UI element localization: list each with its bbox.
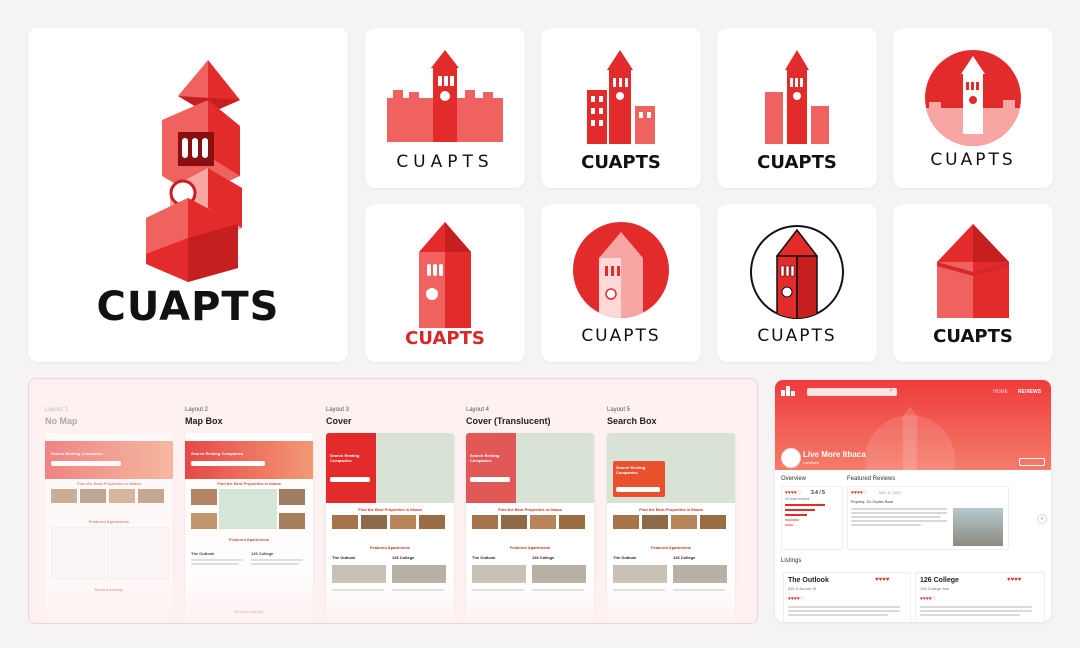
logo-variant-3: CUAPTS [717,28,877,188]
carousel-next-button[interactable]: › [1037,514,1047,524]
mock-college: 126 College [673,555,696,560]
layouts-panel: Layout 1 No Map Layout 2 Map Box Layout … [28,378,758,624]
mock-outlook: The Outlook [613,555,637,560]
listing-2-stars: ♥♥♥♥ [1007,577,1022,583]
logo-wordmark: CUAPTS [757,326,837,346]
layout-2-label: Layout 2 [185,407,209,413]
review-date: MAY 11, 2019 [879,491,901,495]
mock-college: 126 College [251,551,274,556]
logo-variant-6: CUAPTS [541,204,701,362]
logo-variant-4: CUAPTS [893,28,1053,188]
tower-watermark-icon [865,406,955,470]
mock-hero-title: Search Renting Companies [470,453,500,463]
mock-outlook: The Outlook [191,551,215,556]
mock-featured: Featured Apartments [228,537,270,542]
main-logo-card: CUAPTS [28,28,348,362]
layout-5-label: Layout 5 [607,407,631,413]
layout-1-title: No Map [45,416,78,426]
main-logo-wordmark: CUAPTS [96,284,280,330]
mock-college: 126 College [532,555,555,560]
logo-wordmark: CUAPTS [405,328,485,349]
listing-1-name: The Outlook [788,577,829,584]
layout-1-label: Layout 1 [45,407,69,413]
logo-wordmark: CUAPTS [581,326,661,346]
nav-reviews[interactable]: REVIEWS [1018,389,1041,395]
search-input[interactable] [807,388,897,396]
page-preview-panel: ⌕ HOME REVIEWS Live More Ithaca Landlord… [775,380,1051,622]
mock-hero-title: Search Renting Companies [51,451,104,456]
layout-3-label: Layout 3 [326,407,350,413]
layout-5-title: Search Box [607,416,657,426]
listings-heading: Listings [781,558,802,564]
logo-variant-5: CUAPTS [365,204,525,362]
layout-4-title: Cover (Translucent) [466,416,551,426]
mock-featured: Featured Apartments [88,519,130,524]
featured-reviews-heading: Featured Reviews [847,476,896,482]
mock-hero-title: Search Renting Companies [191,451,244,456]
logo-wordmark: CUAPTS [757,152,837,173]
review-stars: ♥♥♥♥♡ [851,490,868,496]
listing-1-address: 835 S Aurora St [788,586,817,591]
nav-home[interactable]: HOME [993,389,1008,395]
mock-featured: Featured Apartments [509,545,551,550]
mock-outlook: The Outlook [332,555,356,560]
logo-wordmark: CUAPTS [581,152,661,173]
logo-variant-2: CUAPTS [541,28,701,188]
review-property: Property: 111 Dryden Road [851,500,894,504]
layout-3-title: Cover [326,416,352,426]
mock-find-best: Find the Best Properties in Ithaca [498,507,562,512]
mock-find-best: Find the Best Properties in Ithaca [358,507,422,512]
mock-featured: Featured Apartments [369,545,411,550]
rating-stars: ♥♥♥♥♡ [785,490,802,496]
mock-hero-title: Search Renting Companies [616,465,646,475]
listing-2-stars-2: ♥♥♥♥♡ [920,596,937,602]
overview-heading: Overview [781,476,807,482]
logo-variant-8: CUAPTS [893,204,1053,362]
mock-find-best: Find the Best Properties in Ithaca [77,481,141,486]
company-subtitle: Landlord [803,460,819,465]
listing-2-address: 126 College Ave [920,586,950,591]
mock-featured: Featured Apartments [650,545,692,550]
mock-hero-title: Search Renting Companies [330,453,360,463]
logo-wordmark: CUAPTS [933,326,1013,347]
logo-wordmark: CUAPTS [930,150,1016,170]
mock-outlook: The Outlook [472,555,496,560]
rating-value: 3.4 / 5 [811,490,825,496]
review-photo [953,508,1003,546]
listing-1-stars-2: ♥♥♥♥♡ [788,596,805,602]
small-logo-icon [781,386,795,396]
listing-1-stars: ♥♥♥♥ [875,577,890,583]
search-icon[interactable]: ⌕ [889,387,893,395]
mock-find-best: Find the Best Properties in Ithaca [217,481,281,486]
company-name: Live More Ithaca [803,450,866,459]
reviews-count: 29 total reviews [785,497,810,501]
logo-variant-1: CUAPTS [365,28,525,188]
listing-2-name: 126 College [920,577,959,584]
mock-college: 126 College [392,555,415,560]
logo-variant-7: CUAPTS [717,204,877,362]
layout-2-title: Map Box [185,416,223,426]
layout-4-label: Layout 4 [466,407,490,413]
write-review-button[interactable] [1019,458,1045,466]
company-avatar [781,448,801,468]
logo-wordmark: CUAPTS [396,152,494,172]
mock-find-best: Find the Best Properties in Ithaca [639,507,703,512]
